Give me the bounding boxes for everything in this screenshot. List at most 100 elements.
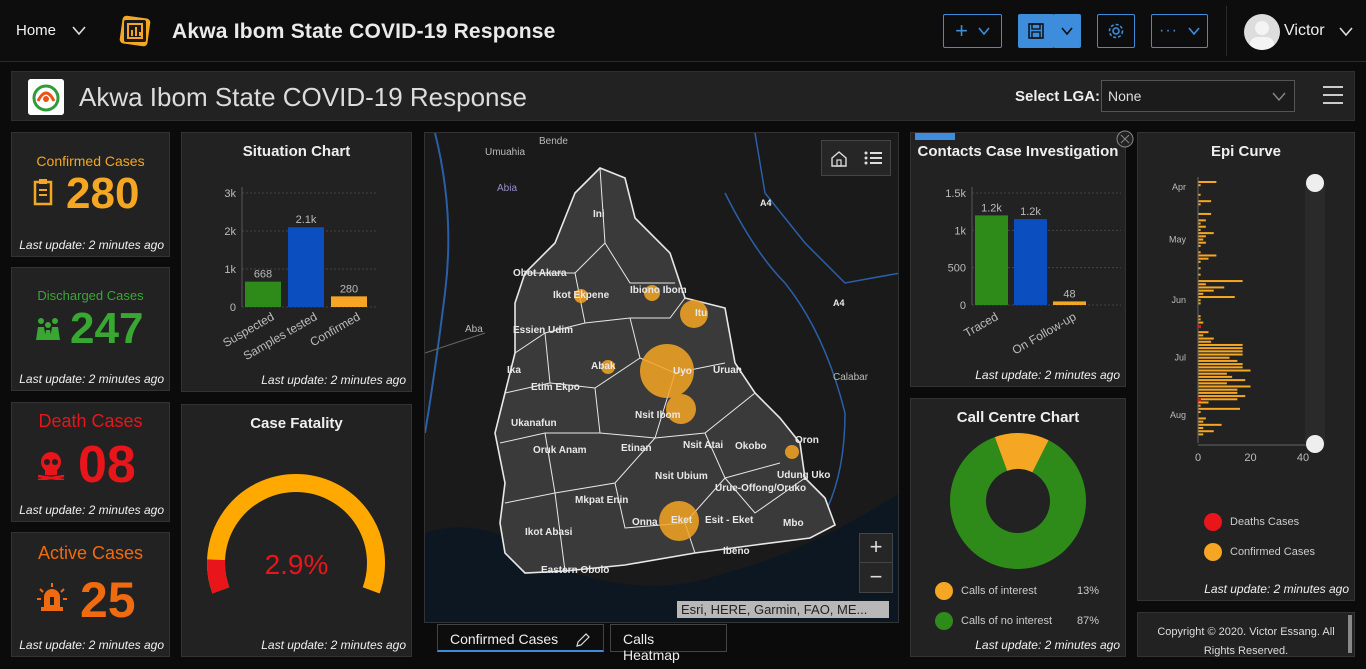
bar-31 (1198, 280, 1243, 283)
tab-heatmap-label: Calls Heatmap (623, 631, 680, 663)
divider (1226, 6, 1227, 56)
save-button[interactable] (1018, 14, 1054, 48)
user-menu[interactable]: Victor (1284, 22, 1353, 40)
tick-label: 0 (960, 300, 966, 312)
map-label: A4 (833, 298, 845, 308)
bar-17 (1198, 235, 1206, 238)
zoom-out-button[interactable]: − (860, 564, 892, 593)
tab-confirmed-cases[interactable]: Confirmed Cases (437, 624, 604, 652)
dashboard-app-icon (119, 15, 151, 47)
bar-1 (288, 227, 324, 307)
hamburger-menu-icon[interactable] (1323, 84, 1343, 106)
more-options-button[interactable]: ··· (1151, 14, 1208, 48)
tick-label: 1.5k (945, 188, 966, 200)
month-label: May (1169, 235, 1187, 245)
data-label: 48 (1063, 288, 1075, 300)
range-slider-track (1305, 183, 1325, 445)
map-label: Mbo (783, 518, 804, 529)
bar-35 (1198, 292, 1204, 295)
save-options-button[interactable] (1053, 14, 1081, 48)
epi-curve-title: Epi Curve (1210, 143, 1282, 160)
discharged-value: 247 (70, 304, 144, 353)
bar-67 (1198, 395, 1246, 398)
bar-0 (975, 215, 1008, 305)
map-canvas[interactable]: Bende Umuahia Abia Ini Obot Akara Ikot Ekpene… (425, 133, 899, 623)
ellipsis-icon: ··· (1159, 22, 1178, 39)
month-label: Jul (1174, 353, 1186, 363)
map-label: Ikot Abasi (525, 527, 573, 538)
plus-icon: + (955, 18, 968, 43)
contacts-chart: 0 500 1k 1.5k 1.2k 1.2k 48 Traced On Follow-up (945, 187, 1121, 357)
bar-61 (1198, 375, 1233, 378)
bar-32 (1198, 283, 1206, 286)
map-label: Aba (465, 324, 483, 335)
chevron-down-icon (72, 26, 86, 35)
bar-57 (1198, 363, 1243, 366)
user-icon (1250, 21, 1274, 50)
case-fatality-panel: Case Fatality 2.9% Last update: 2 minute… (181, 404, 412, 657)
map-label: Ini (593, 209, 605, 220)
tick-label: 2k (224, 226, 236, 238)
legend-pct: 87% (1077, 615, 1100, 627)
panel-drag-handle[interactable] (915, 133, 955, 140)
tick-label: 0 (1195, 452, 1201, 464)
lga-select[interactable]: None (1101, 80, 1295, 112)
zoom-controls: + − (859, 533, 893, 593)
tick-label: 500 (948, 263, 966, 275)
map-label: A4 (760, 198, 772, 208)
active-cases-panel: Active Cases 25 Last update: 2 minutes a… (11, 532, 170, 657)
active-footer: Last update: 2 minutes ago (19, 638, 164, 652)
bar-64 (1198, 385, 1251, 388)
gear-icon (1108, 23, 1124, 39)
bar-14 (1198, 225, 1206, 228)
situation-chart-footer: Last update: 2 minutes ago (261, 373, 406, 387)
copyright-panel: Copyright © 2020. Victor Essang. All Rig… (1137, 612, 1355, 657)
map-label: Esit - Eket (705, 515, 754, 526)
clipboard-icon (33, 179, 53, 206)
bar-1 (1014, 219, 1047, 305)
legend-label: Deaths Cases (1230, 516, 1300, 528)
tick-label: 0 (230, 302, 236, 314)
bar-66 (1198, 391, 1238, 394)
tick-label: 40 (1297, 452, 1309, 464)
contacts-chart-footer: Last update: 2 minutes ago (975, 368, 1120, 382)
map-label: Udung Uko (777, 470, 830, 481)
map-label: Ukanafun (511, 418, 557, 429)
case-fatality-title: Case Fatality (250, 415, 343, 432)
bar-55 (1198, 356, 1230, 359)
map-tools (821, 140, 891, 176)
map-label: Ikot Ekpene (553, 290, 610, 301)
home-menu[interactable]: Home (16, 22, 86, 39)
bar-74 (1198, 417, 1206, 420)
case-fatality-footer: Last update: 2 minutes ago (261, 638, 406, 652)
month-label: Jun (1171, 295, 1186, 305)
lga-label: Select LGA: (1015, 88, 1101, 105)
avatar[interactable] (1244, 14, 1280, 50)
settings-button[interactable] (1097, 14, 1135, 48)
add-button[interactable]: + (943, 14, 1002, 48)
chevron-down-icon (978, 27, 990, 35)
bar-50 (1198, 340, 1212, 343)
case-fatality-value: 2.9% (264, 549, 329, 580)
bar-58 (1198, 366, 1243, 369)
zoom-in-button[interactable]: + (860, 534, 892, 563)
legend-swatch (935, 612, 953, 630)
list-icon[interactable] (864, 150, 882, 166)
tab-calls-heatmap[interactable]: Calls Heatmap (610, 624, 727, 663)
map-label: Essien Udim (513, 325, 573, 336)
pencil-icon[interactable] (575, 632, 591, 648)
bar-59 (1198, 369, 1251, 372)
month-label: Aug (1170, 410, 1186, 420)
lga-map[interactable]: Bende Umuahia Abia Ini Obot Akara Ikot Ekpene… (424, 132, 899, 623)
discharged-footer: Last update: 2 minutes ago (19, 372, 164, 386)
confirmed-footer: Last update: 2 minutes ago (19, 238, 164, 252)
legend-deaths: Deaths Cases (1204, 513, 1299, 531)
confirmed-cases-panel: Confirmed Cases 280 Last update: 2 minut… (11, 132, 170, 257)
bar-18 (1198, 238, 1204, 241)
scrollbar[interactable] (1348, 615, 1352, 653)
home-icon[interactable] (830, 150, 848, 167)
bubble-oron (785, 445, 799, 459)
bar-65 (1198, 388, 1238, 391)
bar-77 (1198, 427, 1204, 430)
legend-label: Calls of interest (961, 585, 1037, 597)
